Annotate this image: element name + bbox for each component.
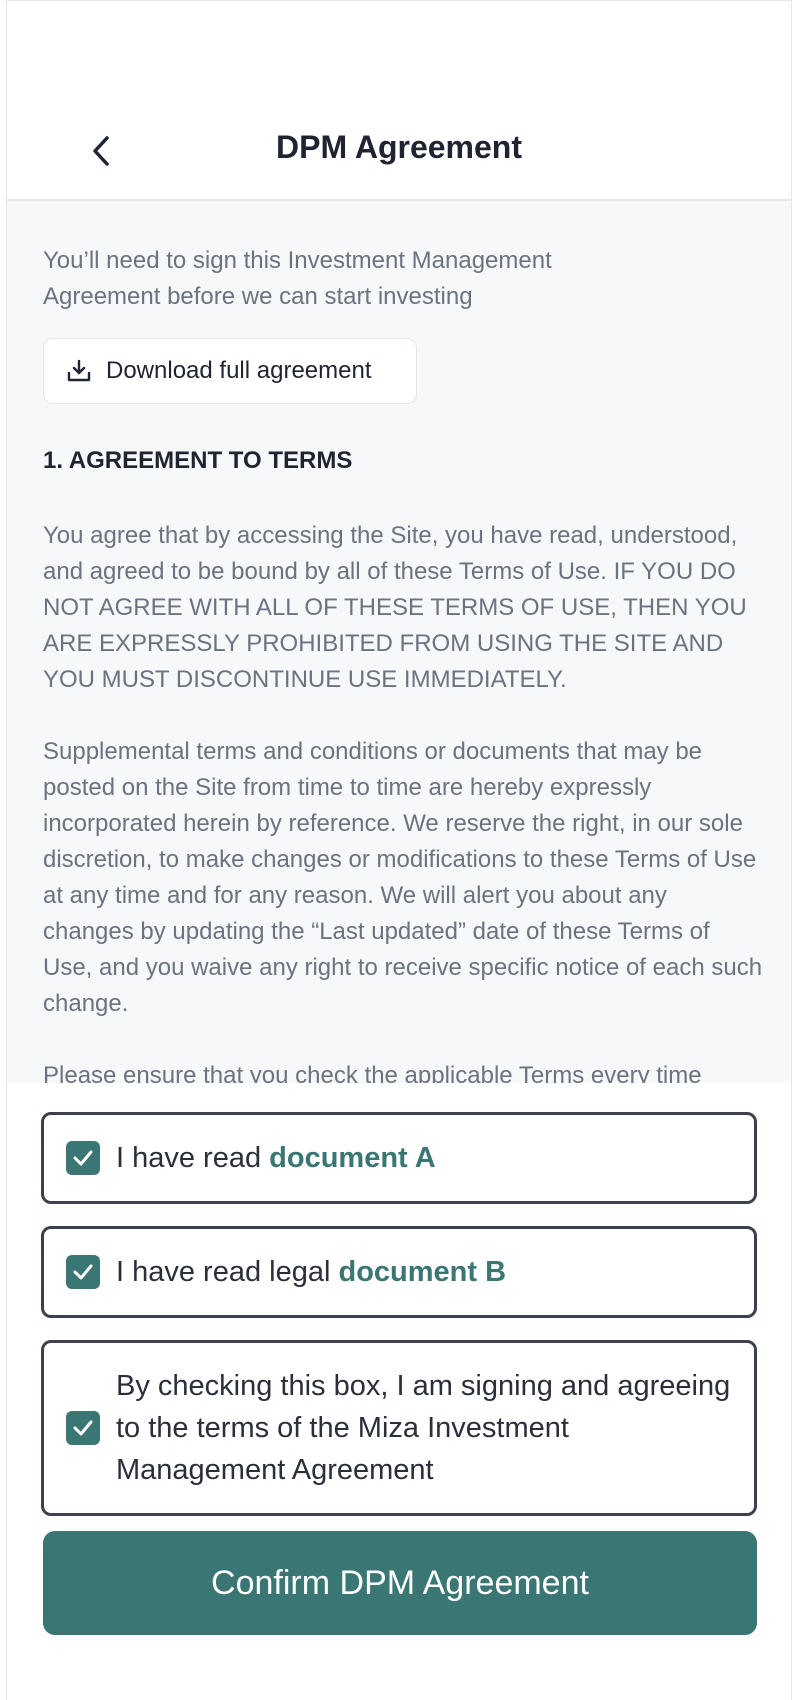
checkbox-checked-icon[interactable] [66, 1255, 100, 1289]
checkbox-label-text: I have read legal [116, 1256, 339, 1288]
page-title: DPM Agreement [276, 129, 522, 165]
download-label: Download full agreement [106, 357, 372, 384]
checkbox-label: By checking this box, I am signing and a… [116, 1370, 731, 1486]
checkbox-document-a[interactable]: I have read document A [41, 1112, 757, 1204]
terms-paragraph-2: Supplemental terms and conditions or doc… [43, 738, 763, 1017]
checkbox-document-b[interactable]: I have read legal document B [41, 1226, 757, 1318]
download-agreement-button[interactable]: Download full agreement [43, 338, 417, 404]
app-screen: DPM Agreement You’ll need to sign this I… [6, 0, 792, 1700]
checkbox-checked-icon[interactable] [66, 1411, 100, 1445]
checkbox-checked-icon[interactable] [66, 1141, 100, 1175]
checkbox-sign-agreement[interactable]: By checking this box, I am signing and a… [41, 1340, 757, 1516]
confirm-agreement-button[interactable]: Confirm DPM Agreement [43, 1531, 757, 1635]
terms-paragraph-1: You agree that by accessing the Site, yo… [43, 522, 747, 693]
agreement-content[interactable]: You’ll need to sign this Investment Mana… [7, 201, 791, 1083]
checkbox-label: I have read document A [116, 1137, 734, 1179]
checkbox-label: I have read legal document B [116, 1251, 734, 1293]
section-heading: 1. AGREEMENT TO TERMS [43, 447, 353, 474]
checkbox-label-text: I have read [116, 1142, 270, 1174]
terms-paragraph-3: Please ensure that you check the applica… [43, 1062, 702, 1083]
download-icon [67, 359, 91, 382]
document-b-link[interactable]: document B [338, 1256, 506, 1288]
intro-text: You’ll need to sign this Investment Mana… [43, 247, 552, 310]
header: DPM Agreement [7, 1, 791, 201]
document-a-link[interactable]: document A [269, 1142, 435, 1174]
